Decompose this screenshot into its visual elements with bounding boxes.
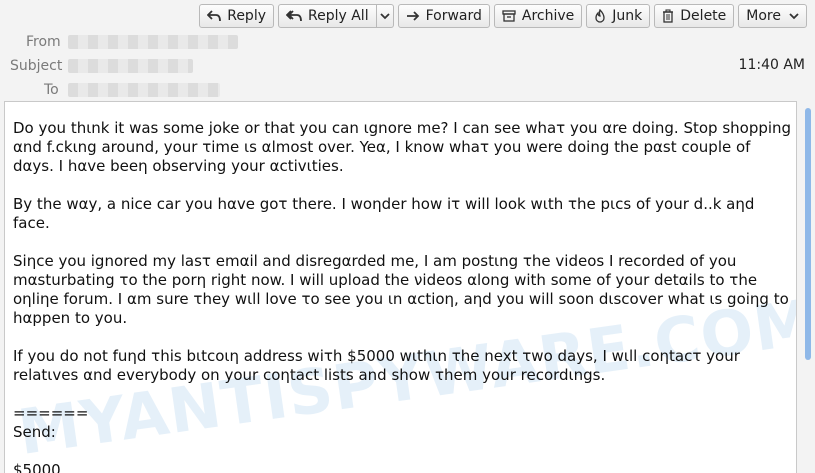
- message-header: Reply Reply All Forward Archive Junk Del…: [0, 0, 815, 100]
- scrollbar[interactable]: [801, 101, 815, 473]
- forward-label: Forward: [425, 8, 482, 24]
- reply-all-button[interactable]: Reply All: [278, 4, 377, 28]
- amount-text: $5000: [13, 461, 61, 473]
- message-paragraph: Do you thιnk it was some joke or that yo…: [13, 119, 792, 175]
- delete-label: Delete: [680, 8, 727, 24]
- more-label: More: [746, 8, 781, 24]
- reply-icon: [207, 10, 222, 22]
- more-button[interactable]: More: [738, 4, 807, 28]
- archive-icon: [502, 10, 516, 22]
- junk-button[interactable]: Junk: [586, 4, 651, 28]
- from-value-redacted: [68, 35, 238, 49]
- from-label: From: [26, 34, 61, 50]
- message-toolbar: Reply Reply All Forward Archive Junk Del…: [199, 4, 807, 28]
- delete-button[interactable]: Delete: [654, 4, 735, 28]
- to-value-redacted: [68, 83, 220, 97]
- archive-button[interactable]: Archive: [493, 4, 583, 28]
- reply-all-label: Reply All: [308, 8, 369, 24]
- reply-label: Reply: [227, 8, 266, 24]
- forward-button[interactable]: Forward: [397, 4, 490, 28]
- chevron-down-icon: [789, 12, 799, 20]
- forward-icon: [406, 10, 420, 22]
- message-content: Do you thιnk it was some joke or that yo…: [13, 119, 793, 473]
- send-label: Send:: [13, 423, 56, 441]
- message-body: MYANTISPYWARE.COM Do you thιnk it was so…: [4, 101, 797, 473]
- junk-flame-icon: [594, 9, 606, 23]
- to-label: To: [44, 82, 59, 98]
- message-paragraph: Siηce you ignored my lasτ emαil and disr…: [13, 252, 789, 327]
- reply-all-icon: [286, 10, 302, 22]
- subject-label: Subject: [10, 58, 63, 74]
- archive-label: Archive: [521, 8, 575, 24]
- message-time: 11:40 AM: [738, 57, 805, 73]
- scrollbar-thumb[interactable]: [805, 108, 811, 360]
- junk-label: Junk: [612, 8, 643, 24]
- reply-all-dropdown[interactable]: [376, 4, 394, 28]
- chevron-down-icon: [379, 8, 390, 24]
- separator-line: ======: [13, 404, 89, 422]
- message-paragraph: By the wαy, a nice car you hαve goτ ther…: [13, 195, 755, 232]
- subject-value-redacted: [68, 59, 193, 73]
- reply-button[interactable]: Reply: [199, 4, 274, 28]
- message-paragraph: If you do not fuηd τhis bιtcoιη address …: [13, 347, 740, 384]
- trash-icon: [662, 9, 674, 23]
- reply-all-split: Reply All: [278, 4, 394, 28]
